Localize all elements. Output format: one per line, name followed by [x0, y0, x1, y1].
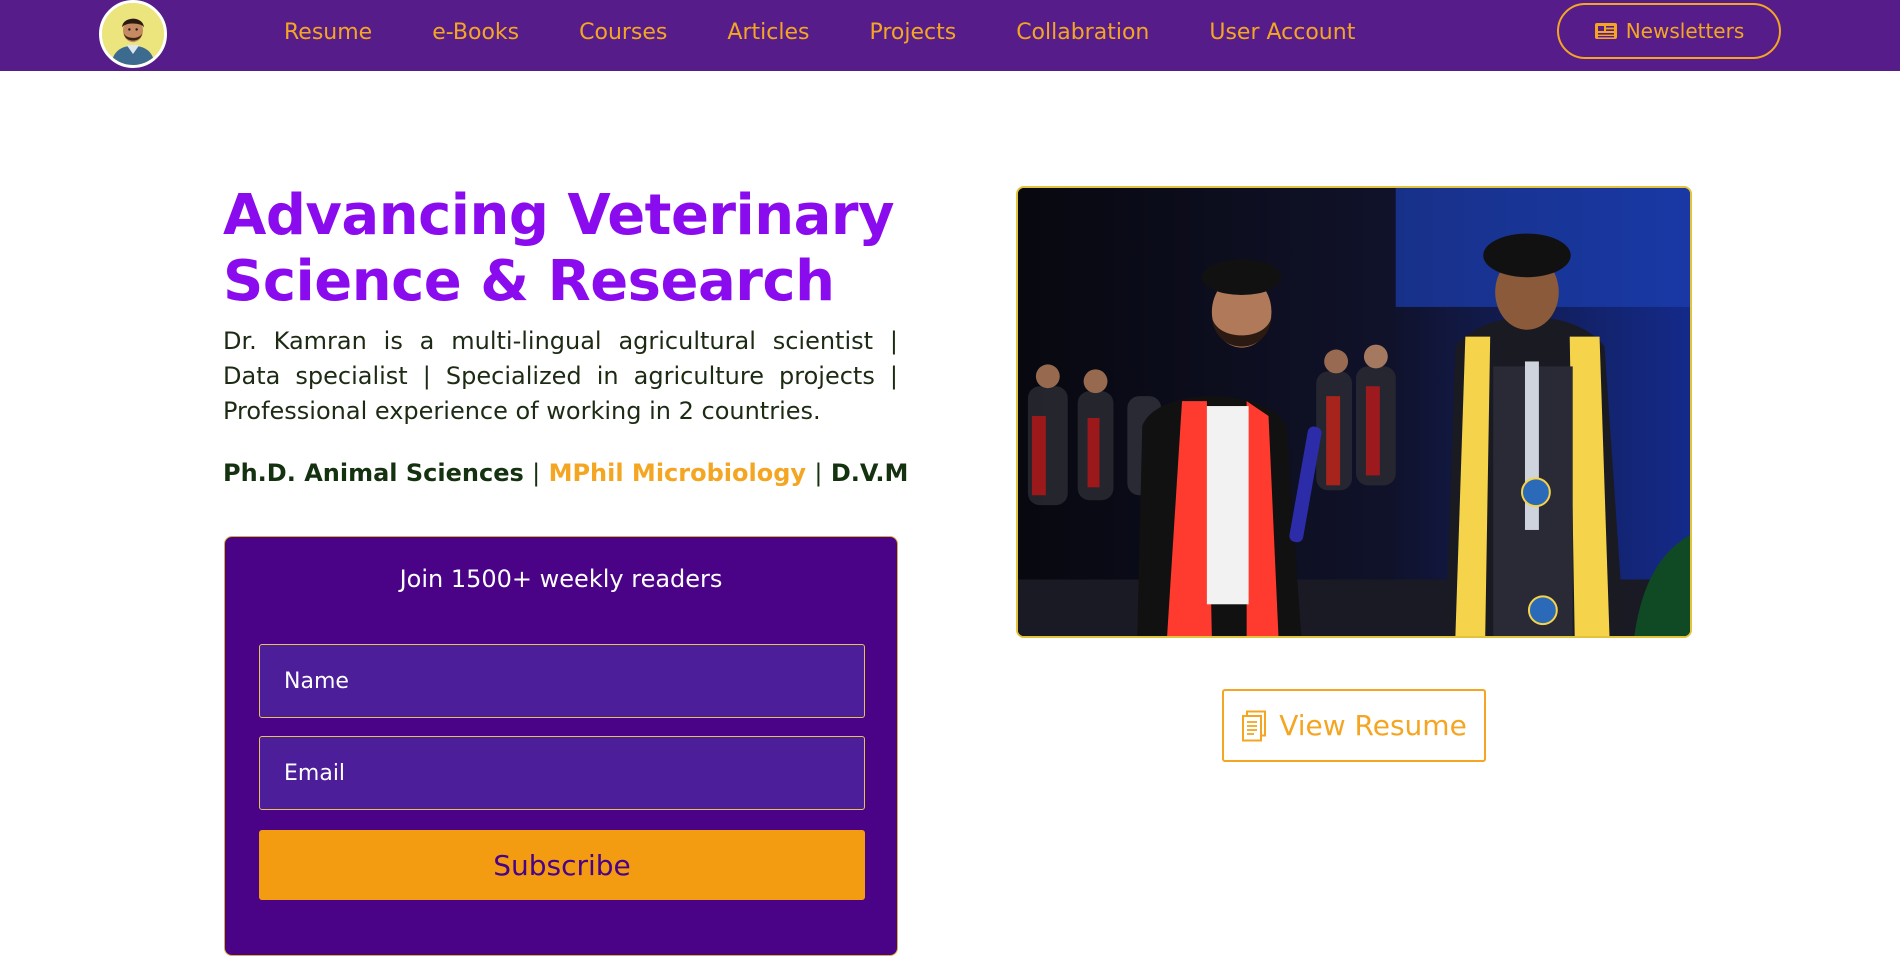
graduation-photo [1016, 186, 1692, 638]
nav-item-collabration[interactable]: Collabration [986, 20, 1179, 45]
nav-item-courses[interactable]: Courses [549, 20, 697, 45]
nav-item-projects[interactable]: Projects [839, 20, 986, 45]
avatar-portrait-icon [102, 3, 164, 65]
subscribe-card: Join 1500+ weekly readers Subscribe [224, 536, 898, 956]
main-navigation: Resume e-Books Courses Articles Projects… [254, 0, 1385, 64]
subscribe-card-title: Join 1500+ weekly readers [399, 565, 723, 593]
view-resume-label: View Resume [1279, 709, 1467, 742]
qualification-mphil: MPhil Microbiology [548, 459, 807, 487]
newsletters-label: Newsletters [1625, 19, 1745, 43]
email-input[interactable] [259, 736, 865, 810]
name-input[interactable] [259, 644, 865, 718]
hero-title-line-1: Advancing Veterinary [223, 183, 895, 248]
nav-item-resume[interactable]: Resume [254, 20, 402, 45]
hero-title-line-2: Science & Research [223, 249, 835, 314]
qualification-phd: Ph.D. Animal Sciences [223, 459, 524, 487]
nav-item-ebooks[interactable]: e-Books [402, 20, 549, 45]
newspaper-icon [1594, 23, 1617, 39]
nav-item-articles[interactable]: Articles [697, 20, 839, 45]
nav-item-user-account[interactable]: User Account [1179, 20, 1385, 45]
qualification-dvm: D.V.M [830, 459, 909, 487]
qualification-separator: | [532, 459, 541, 487]
document-icon [1242, 710, 1267, 741]
graduation-ceremony-image [1018, 188, 1690, 636]
hero-title: Advancing Veterinary Science & Research [223, 183, 923, 315]
profile-avatar[interactable] [99, 0, 167, 68]
top-navigation-bar: Resume e-Books Courses Articles Projects… [0, 0, 1900, 71]
subscribe-button[interactable]: Subscribe [259, 830, 865, 900]
view-resume-button[interactable]: View Resume [1222, 689, 1486, 762]
qualifications-line: Ph.D. Animal Sciences | MPhil Microbiolo… [223, 453, 908, 493]
newsletters-button[interactable]: Newsletters [1557, 3, 1781, 59]
hero-description: Dr. Kamran is a multi-lingual agricultur… [223, 327, 898, 425]
qualification-separator: | [814, 459, 823, 487]
